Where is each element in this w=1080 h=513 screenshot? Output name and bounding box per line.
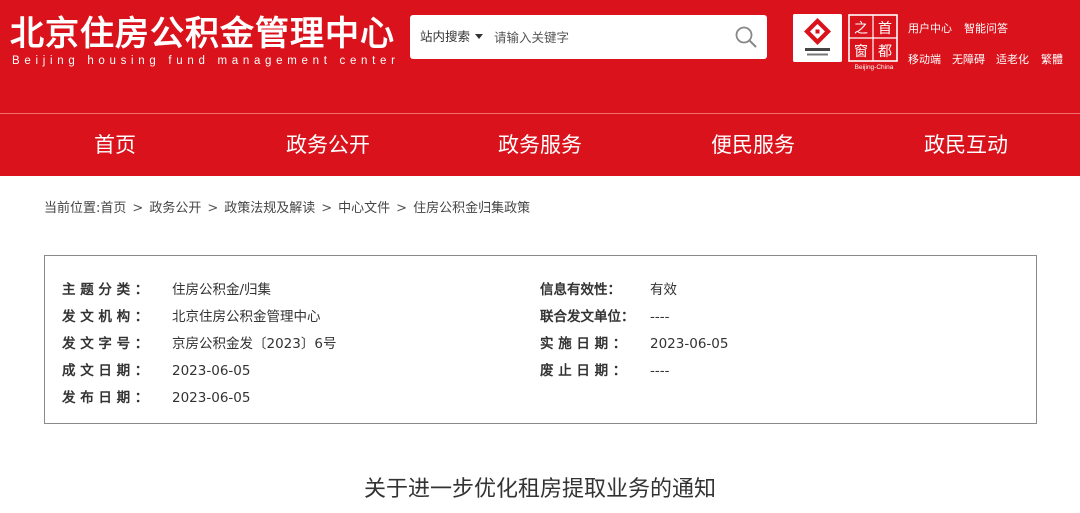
search-icon[interactable] [733,24,759,50]
info-issuer-value: 北京住房公积金管理中心 [172,309,321,325]
info-doc-number-label: 发 文 字 号 ： [62,336,149,352]
svg-text:之: 之 [854,21,868,37]
info-doc-number: 发 文 字 号 ： 京房公积金发〔2023〕6号 [62,332,336,352]
info-written-date: 成 文 日 期 ： 2023-06-05 [62,359,250,379]
info-abolish-date-value: ---- [650,363,670,379]
info-effective-date-label: 实 施 日 期 ： [540,336,627,352]
search-bar: 站内搜索 [410,15,767,59]
info-doc-number-value: 京房公积金发〔2023〕6号 [172,336,337,352]
article-title: 关于进一步优化租房提取业务的通知 [363,477,716,502]
nav-item-gov-services[interactable]: 政务服务 [460,114,620,176]
info-validity: 信息有效性： 有效 [540,278,677,298]
breadcrumb-home[interactable]: 首页 [100,201,126,216]
breadcrumb-separator: > [321,201,333,216]
search-scope-label: 站内搜索 [420,29,471,44]
breadcrumb-gov-affairs-open[interactable]: 政务公开 [149,201,201,216]
info-written-date-value: 2023-06-05 [172,363,251,379]
info-issuer-label: 发 文 机 构 ： [62,309,149,325]
document-info-box: 主 题 分 类 ： 住房公积金/归集 发 文 机 构 ： 北京住房公积金管理中心 发… [44,255,1037,424]
breadcrumb: 当前位置:首页 > 政务公开 > 政策法规及解读 > 中心文件 > 住房公积金归集政策 [44,197,530,216]
svg-text:都: 都 [878,44,892,60]
site-title[interactable]: 北京住房公积金管理中心 [10,6,395,55]
housing-fund-logo[interactable] [793,14,842,62]
caret-down-icon[interactable] [475,34,483,39]
info-effective-date-value: 2023-06-05 [650,336,729,352]
info-publish-date: 发 布 日 期 ： 2023-06-05 [62,386,250,406]
svg-text:窗: 窗 [854,43,868,60]
main-nav: 首页 政务公开 政务服务 便民服务 政民互动 [0,113,1080,176]
mobile-link[interactable]: 移动端 [908,51,941,67]
site-header: 北京住房公积金管理中心 Beijing housing fund managem… [0,0,1080,113]
accessibility-link[interactable]: 无障碍 [952,51,985,67]
info-written-date-label: 成 文 日 期 ： [62,363,149,379]
elderly-mode-link[interactable]: 适老化 [996,51,1029,67]
breadcrumb-policies[interactable]: 政策法规及解读 [224,201,315,216]
traditional-chinese-link[interactable]: 繁體 [1041,51,1063,67]
info-joint-issuer: 联合发文单位： ---- [540,305,670,325]
info-abolish-date: 废 止 日 期 ： ---- [540,359,670,379]
nav-item-gov-affairs-open[interactable]: 政务公开 [248,114,408,176]
logo-caption: Beijing-China [854,64,894,71]
info-publish-date-value: 2023-06-05 [172,390,251,406]
search-scope-dropdown[interactable]: 站内搜索 [420,15,470,59]
nav-item-interaction[interactable]: 政民互动 [886,114,1046,176]
site-subtitle: Beijing housing fund management center [12,55,400,67]
info-validity-value: 有效 [650,282,677,298]
capital-window-emblem: 之 首 窗 都 [848,14,898,62]
info-effective-date: 实 施 日 期 ： 2023-06-05 [540,332,728,352]
info-abolish-date-label: 废 止 日 期 ： [540,363,627,379]
info-joint-issuer-label: 联合发文单位： [540,309,635,325]
search-input[interactable] [494,15,724,59]
nav-item-public-services[interactable]: 便民服务 [673,114,833,176]
info-topic-label: 主 题 分 类 ： [62,282,149,298]
info-issuer: 发 文 机 构 ： 北京住房公积金管理中心 [62,305,321,325]
breadcrumb-prefix: 当前位置: [44,201,101,216]
user-center-link[interactable]: 用户中心 [908,20,952,36]
info-topic: 主 题 分 类 ： 住房公积金/归集 [62,278,271,298]
info-topic-value: 住房公积金/归集 [172,282,272,298]
smart-qa-link[interactable]: 智能问答 [964,20,1008,36]
info-publish-date-label: 发 布 日 期 ： [62,390,149,406]
capital-window-logo[interactable]: 之 首 窗 都 Beijing-China [848,14,898,71]
svg-text:首: 首 [878,21,892,37]
breadcrumb-separator: > [396,201,408,216]
info-joint-issuer-value: ---- [650,309,670,325]
info-validity-label: 信息有效性： [540,282,621,298]
breadcrumb-center-docs[interactable]: 中心文件 [338,201,390,216]
breadcrumb-current[interactable]: 住房公积金归集政策 [413,201,530,216]
breadcrumb-separator: > [132,201,144,216]
nav-item-home[interactable]: 首页 [35,114,195,176]
breadcrumb-separator: > [207,201,219,216]
